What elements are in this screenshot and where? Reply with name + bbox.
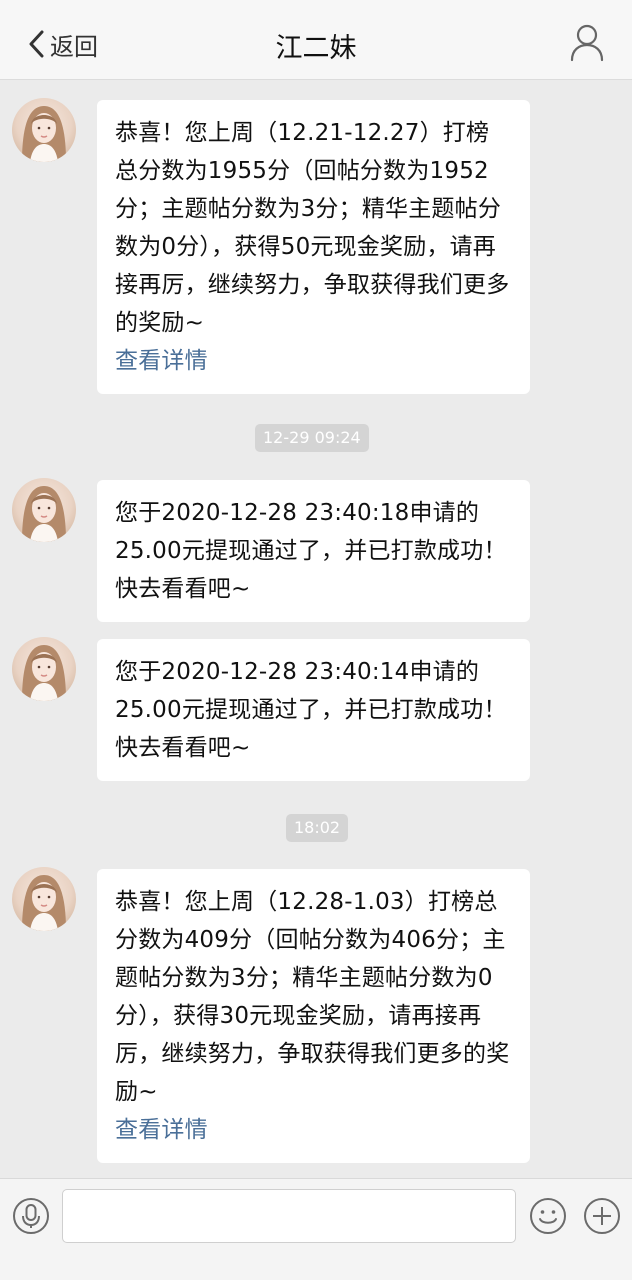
emoji-icon — [530, 1198, 566, 1234]
message-text: 恭喜！您上周（12.21-12.27）打榜总分数为1955分（回帖分数为1952… — [115, 120, 510, 336]
timestamp: 12-29 09:24 — [255, 424, 369, 452]
microphone-icon — [13, 1198, 49, 1234]
avatar[interactable] — [12, 867, 76, 931]
avatar-image — [22, 875, 66, 931]
avatar[interactable] — [12, 637, 76, 701]
timestamp: 18:02 — [286, 814, 349, 842]
message-bubble: 您于2020-12-28 23:40:18申请的25.00元提现通过了，并已打款… — [97, 480, 530, 622]
view-details-link[interactable]: 查看详情 — [115, 342, 512, 380]
user-icon — [570, 24, 604, 62]
avatar-image — [22, 486, 66, 542]
profile-button[interactable] — [570, 24, 604, 66]
message-input-bar — [0, 1178, 632, 1280]
message-text: 您于2020-12-28 23:40:18申请的25.00元提现通过了，并已打款… — [115, 500, 507, 602]
voice-button[interactable] — [12, 1197, 50, 1239]
avatar[interactable] — [12, 98, 76, 162]
avatar-image — [22, 645, 66, 701]
message-text: 您于2020-12-28 23:40:14申请的25.00元提现通过了，并已打款… — [115, 659, 507, 761]
message-text: 恭喜！您上周（12.28-1.03）打榜总分数为409分（回帖分数为406分；主… — [115, 889, 510, 1105]
avatar-image — [22, 106, 66, 162]
message-bubble: 恭喜！您上周（12.21-12.27）打榜总分数为1955分（回帖分数为1952… — [97, 100, 530, 394]
avatar[interactable] — [12, 478, 76, 542]
more-button[interactable] — [583, 1197, 621, 1239]
message-bubble: 恭喜！您上周（12.28-1.03）打榜总分数为409分（回帖分数为406分；主… — [97, 869, 530, 1163]
page-title: 江二妹 — [275, 33, 357, 64]
message-bubble: 您于2020-12-28 23:40:14申请的25.00元提现通过了，并已打款… — [97, 639, 530, 781]
navigation-bar: 返回 江二妹 — [0, 0, 632, 80]
message-input[interactable] — [62, 1189, 516, 1243]
view-details-link[interactable]: 查看详情 — [115, 1111, 512, 1149]
plus-icon — [584, 1198, 620, 1234]
emoji-button[interactable] — [529, 1197, 567, 1239]
